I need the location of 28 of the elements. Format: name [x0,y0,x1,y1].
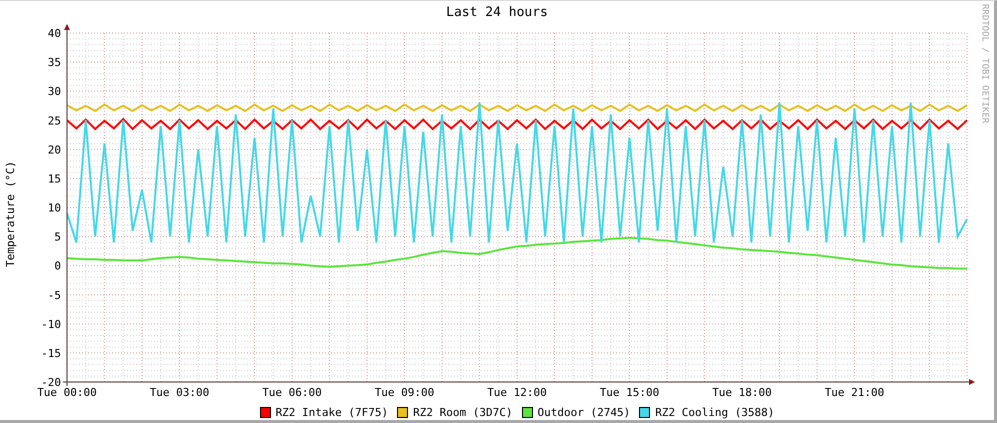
axis-label: Tue 15:00 [600,386,660,399]
axis-label: Tue 09:00 [374,386,434,399]
axis-label: 10 [48,202,61,214]
axis-label: 20 [48,143,61,156]
axis-label: Tue 21:00 [824,386,884,399]
axis-label: Tue 06:00 [262,386,322,399]
axis-label: 35 [48,56,61,70]
axis-label: 15 [48,172,61,186]
credit-text: RRDTOOL / TOBI OETIKER [980,4,990,124]
axis-label: 0 [54,260,61,273]
axis-label: Tue 03:00 [150,386,210,399]
axis-label: -10 [41,318,61,331]
legend-label: RZ2 Intake (7F75) [276,406,388,418]
axis-label: Tue 00:00 [37,386,97,399]
axis-label: -15 [41,346,61,360]
chart-title: Last 24 hours [446,5,548,20]
axis-label: Tue 18:00 [712,386,772,399]
axis-label: 25 [48,114,61,128]
axis-label: -5 [48,288,61,302]
legend-label: RZ2 Cooling (3588) [655,406,774,418]
legend-label: Outdoor (2745) [538,406,630,418]
axis-label: 30 [48,85,61,98]
legend-label: RZ2 Room (3D7C) [413,406,512,418]
axis-label: 5 [54,230,61,244]
axis-title: Temperature (°C) [4,161,16,267]
axis-label: 40 [48,27,61,40]
axis-label: Tue 12:00 [487,386,547,399]
axis-label: -20 [41,376,61,389]
